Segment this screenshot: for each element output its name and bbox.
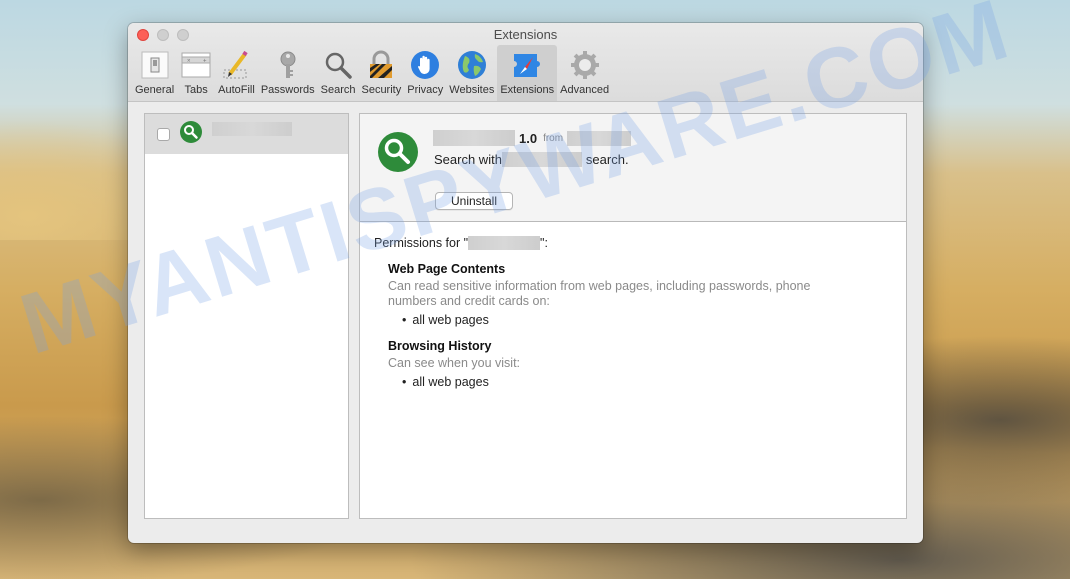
extension-version: 1.0 [519,130,538,146]
from-label: from [543,132,564,144]
preferences-toolbar: General × + Tabs AutoFill Passwords Sear… [132,45,612,101]
tab-websites[interactable]: Websites [446,45,497,101]
svg-text:+: + [203,59,207,65]
tab-advanced[interactable]: Advanced [557,45,612,101]
permission-scope: all web pages [402,375,892,389]
pencil-icon [220,49,252,81]
padlock-icon [365,49,397,81]
titlebar: Extensions General × + Tabs AutoFill Pas… [128,23,923,102]
permission-title: Web Page Contents [388,262,506,276]
extension-description: Search with search. [434,152,629,167]
tab-label: Security [361,84,402,96]
extension-list-item[interactable] [145,114,348,154]
tab-tabs[interactable]: × + Tabs [177,45,215,101]
extension-name-line: 1.0 from [433,130,632,146]
tab-passwords[interactable]: Passwords [258,45,318,101]
tab-general[interactable]: General [132,45,177,101]
search-extension-large-icon [378,132,418,177]
tab-label: Passwords [260,84,315,96]
permission-title: Browsing History [388,339,492,353]
tabs-icon: × + [180,49,212,81]
window-title: Extensions [493,27,558,42]
search-name-redacted [501,152,582,167]
svg-text:×: × [187,59,191,65]
extension-details: 1.0 from Search with search. Uninstall P… [359,113,907,519]
safari-preferences-window: Extensions General × + Tabs AutoFill Pas… [128,23,923,543]
puzzle-compass-icon [511,49,543,81]
permission-description: Can see when you visit: [388,356,521,370]
permissions-prefix: Permissions for " [374,236,469,250]
tab-label: Search [320,84,356,96]
developer-redacted [567,130,632,146]
magnifier-icon [322,49,354,81]
tab-label: AutoFill [218,84,255,96]
globe-icon [456,49,488,81]
gear-icon [569,49,601,81]
tab-label: Advanced [560,84,610,96]
permission-description: Can read sensitive information from web … [388,279,811,308]
tab-search[interactable]: Search [318,45,359,101]
tab-label: Tabs [184,84,208,96]
tab-label: Extensions [500,84,555,96]
description-prefix: Search with [434,152,502,167]
permission-scope: all web pages [402,313,892,327]
permission-web-page-contents: Web Page Contents Can read sensitive inf… [388,262,892,327]
extensions-list [144,113,349,519]
permissions-title: Permissions for " ": [374,236,892,250]
permissions-name-redacted [468,236,541,250]
tab-label: General [135,84,175,96]
tab-security[interactable]: Security [358,45,404,101]
permissions: Permissions for " ": Web Page Contents C… [360,222,906,403]
key-icon [272,49,304,81]
permission-browsing-history: Browsing History Can see when you visit:… [388,339,892,389]
tab-extensions[interactable]: Extensions [497,45,558,101]
tab-label: Websites [449,84,495,96]
tab-label: Privacy [407,84,444,96]
permissions-suffix: ": [540,236,548,250]
tab-autofill[interactable]: AutoFill [215,45,258,101]
enable-extension-checkbox[interactable] [157,127,170,141]
hand-icon [409,49,441,81]
tab-privacy[interactable]: Privacy [404,45,446,101]
extension-name-redacted [433,130,515,146]
general-switch-icon [139,49,171,81]
uninstall-button[interactable]: Uninstall [435,192,513,210]
extension-name-redacted [212,122,292,136]
search-extension-icon [180,120,202,148]
extension-header: 1.0 from Search with search. Uninstall [360,114,906,222]
description-suffix: search. [585,152,629,167]
